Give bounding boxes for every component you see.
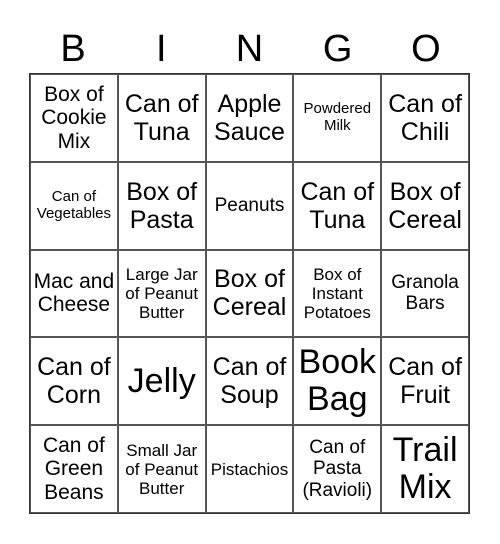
bingo-cell[interactable]: Box of Pasta xyxy=(117,161,206,250)
header-letter-g: G xyxy=(322,28,353,70)
bingo-cell[interactable]: Can of Fruit xyxy=(381,337,469,426)
bingo-cell[interactable]: Powdered Milk xyxy=(293,74,382,162)
bingo-cell[interactable]: Can of Tuna xyxy=(293,161,382,250)
bingo-cell[interactable]: Granola Bars xyxy=(381,249,469,338)
bingo-cell[interactable]: Book Bag xyxy=(293,337,382,426)
bingo-header: B I N G O xyxy=(29,26,470,72)
bingo-grid: Box of Cookie Mix Can of Tuna Apple Sauc… xyxy=(29,73,470,514)
bingo-cell[interactable]: Pistachios xyxy=(205,425,294,513)
header-letter-n: N xyxy=(235,28,264,70)
bingo-cell[interactable]: Can of Soup xyxy=(205,337,294,426)
bingo-cell[interactable]: Peanuts xyxy=(205,161,294,250)
bingo-cell[interactable]: Can of Chili xyxy=(381,74,469,162)
bingo-cell[interactable]: Can of Corn xyxy=(30,337,118,426)
bingo-cell[interactable]: Box of Cookie Mix xyxy=(30,74,118,162)
header-letter-b: B xyxy=(60,28,86,70)
bingo-cell[interactable]: Box of Cereal xyxy=(205,249,294,338)
bingo-cell[interactable]: Box of Cereal xyxy=(381,161,469,250)
bingo-cell[interactable]: Can of Green Beans xyxy=(30,425,118,513)
bingo-cell[interactable]: Trail Mix xyxy=(381,425,469,513)
bingo-cell[interactable]: Mac and Cheese xyxy=(30,249,118,338)
bingo-cell[interactable]: Can of Pasta (Ravioli) xyxy=(293,425,382,513)
bingo-cell[interactable]: Can of Tuna xyxy=(117,74,206,162)
header-letter-i: I xyxy=(156,28,167,70)
header-letter-o: O xyxy=(411,28,441,70)
bingo-cell[interactable]: Small Jar of Peanut Butter xyxy=(117,425,206,513)
bingo-cell[interactable]: Box of Instant Potatoes xyxy=(293,249,382,338)
bingo-cell[interactable]: Apple Sauce xyxy=(205,74,294,162)
bingo-cell[interactable]: Large Jar of Peanut Butter xyxy=(117,249,206,338)
bingo-cell[interactable]: Can of Vegetables xyxy=(30,161,118,250)
bingo-cell[interactable]: Jelly xyxy=(117,337,206,426)
